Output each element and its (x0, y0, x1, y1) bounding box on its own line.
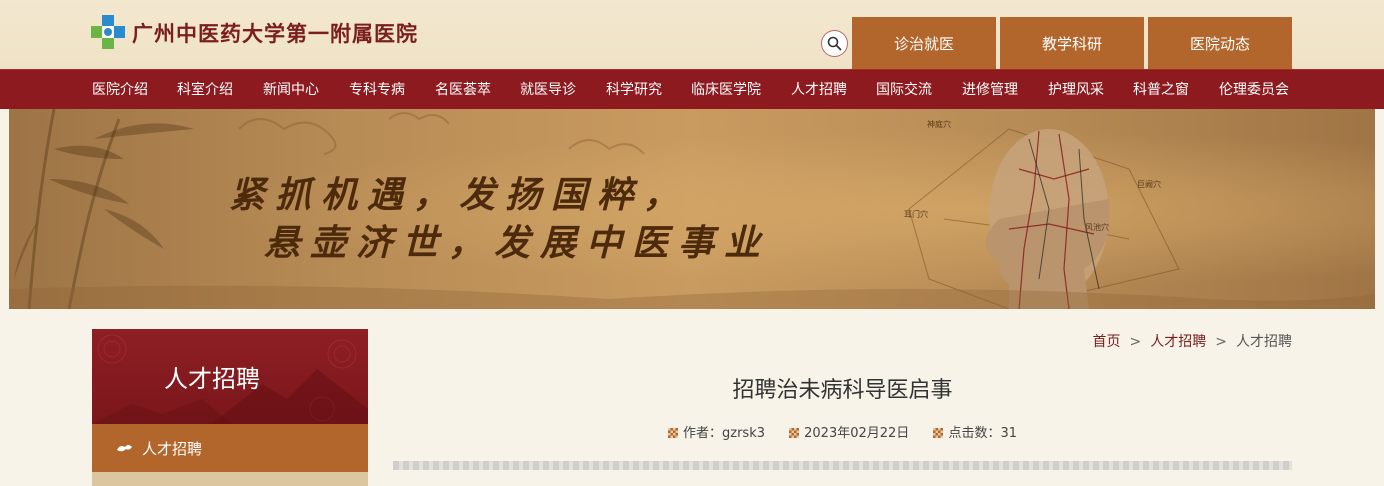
site-header: 广州中医药大学第一附属医院 诊治就医 教学科研 医院动态 (0, 0, 1384, 69)
sidebar-item-label: 人才招聘 (142, 440, 203, 458)
search-button[interactable] (821, 30, 848, 57)
breadcrumb-separator: > (1129, 334, 1142, 350)
nav-item-clinical-college[interactable]: 临床医学院 (691, 70, 761, 110)
article-views: 点击数：31 (933, 422, 1017, 441)
nav-item-research[interactable]: 科学研究 (606, 70, 662, 110)
acupoint-label: 耳门穴 (904, 210, 928, 219)
breadcrumb-home[interactable]: 首页 (1093, 334, 1121, 350)
date-value: 2023年02月22日 (804, 426, 910, 441)
tab-teaching-research[interactable]: 教学科研 (1000, 17, 1144, 69)
sidebar-title: 人才招聘 (164, 365, 260, 393)
nav-item-specialties[interactable]: 专科专病 (349, 70, 405, 110)
banner-slogan-line2: 悬壶济世，发展中医事业 (264, 222, 771, 264)
breadcrumb-separator: > (1215, 334, 1227, 350)
nav-item-recruitment[interactable]: 人才招聘 (791, 70, 847, 110)
search-icon (827, 36, 842, 51)
article-date: 2023年02月22日 (789, 422, 909, 441)
acupoint-label: 巨阙穴 (1137, 180, 1161, 189)
nav-item-patient-guide[interactable]: 就医导诊 (520, 70, 576, 110)
banner-artwork (9, 109, 1375, 309)
main-nav: 医院介绍 科室介绍 新闻中心 专科专病 名医荟萃 就医导诊 科学研究 临床医学院… (0, 69, 1384, 109)
nav-item-science-window[interactable]: 科普之窗 (1133, 70, 1189, 110)
breadcrumb-recruitment[interactable]: 人才招聘 (1150, 334, 1206, 350)
nav-item-news-center[interactable]: 新闻中心 (263, 70, 319, 110)
article-title: 招聘治未病科导医启事 (732, 378, 953, 403)
views-value: 31 (1000, 426, 1018, 441)
sidebar-item-recruitment[interactable]: 人才招聘 (92, 424, 368, 472)
nav-item-ethics-committee[interactable]: 伦理委员会 (1219, 70, 1289, 110)
breadcrumb-current: 人才招聘 (1236, 334, 1292, 350)
nav-item-training[interactable]: 进修管理 (962, 70, 1018, 110)
sidebar-next-item (92, 472, 368, 486)
breadcrumb: 首页 > 人才招聘 > 人才招聘 (1093, 331, 1292, 351)
banner-slogan-line1: 紧抓机遇，发扬国粹， (229, 174, 690, 216)
content-divider (393, 461, 1292, 470)
site-name[interactable]: 广州中医药大学第一附属医院 (132, 18, 418, 48)
tab-hospital-news[interactable]: 医院动态 (1148, 17, 1292, 69)
hero-banner: 紧抓机遇，发扬国粹， 悬壶济世，发展中医事业 神庭穴 耳门穴 巨阙穴 风池穴 (9, 109, 1375, 309)
bullet-icon (789, 428, 800, 438)
cloud-bullet-icon (117, 445, 132, 452)
bullet-icon (667, 428, 678, 438)
nav-item-nursing[interactable]: 护理风采 (1048, 70, 1104, 110)
nav-item-departments[interactable]: 科室介绍 (177, 70, 233, 110)
acupoint-label: 神庭穴 (927, 120, 951, 129)
article-meta: 作者：gzrsk3 2023年02月22日 点击数：31 (393, 422, 1292, 441)
acupoint-label: 风池穴 (1085, 223, 1109, 232)
tab-diagnosis[interactable]: 诊治就医 (852, 17, 996, 69)
hospital-logo-icon[interactable] (91, 15, 125, 49)
author-value: gzrsk3 (722, 426, 765, 441)
article-author: 作者：gzrsk3 (667, 422, 765, 441)
sidebar-header: 人才招聘 (92, 329, 368, 424)
nav-item-hospital-intro[interactable]: 医院介绍 (92, 70, 148, 110)
nav-item-famous-doctors[interactable]: 名医荟萃 (435, 70, 491, 110)
nav-item-international[interactable]: 国际交流 (876, 70, 932, 110)
bullet-icon (933, 428, 944, 438)
